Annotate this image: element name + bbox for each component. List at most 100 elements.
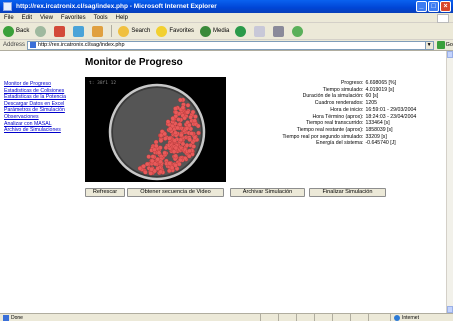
- favorites-label: Favorites: [169, 28, 195, 34]
- go-label: Go: [445, 42, 453, 48]
- refresh-sim-button[interactable]: Refrescar: [85, 188, 125, 197]
- home-icon: [92, 25, 104, 37]
- status-bar: Done Internet: [0, 313, 453, 321]
- minimize-button[interactable]: _: [416, 1, 427, 12]
- scroll-up-icon[interactable]: [447, 51, 453, 58]
- stat-row: Duración de la simulación:60 [s]: [226, 93, 442, 100]
- grinding-ball: [177, 161, 182, 167]
- address-bar: Address http://rex.ircatronix.cl/sag/ind…: [0, 40, 453, 51]
- stat-value: 33209 [s]: [365, 133, 387, 140]
- archive-simulation-button[interactable]: Archivar Simulación: [230, 188, 305, 197]
- stat-value: 6.698065 [%]: [365, 80, 397, 86]
- status-text: Done: [11, 314, 23, 321]
- grinding-ball: [187, 137, 192, 142]
- address-dropdown-icon[interactable]: ▼: [424, 41, 433, 49]
- history-button[interactable]: [235, 25, 248, 37]
- menu-favorites[interactable]: Favorites: [61, 15, 86, 21]
- window-title: http://rex.ircatronix.cl/sag/index.php -…: [16, 3, 217, 10]
- get-video-button[interactable]: Obtener secuencia de Video: [127, 188, 224, 197]
- stat-label: Tiempo real restante (aprox): [296, 126, 362, 133]
- maximize-button[interactable]: □: [428, 1, 439, 12]
- favorites-button[interactable]: Favorites: [156, 25, 195, 37]
- print-button[interactable]: [273, 25, 286, 37]
- grinding-ball: [188, 114, 193, 120]
- menu-help[interactable]: Help: [116, 15, 128, 21]
- mail-button[interactable]: [254, 25, 267, 37]
- page-done-icon: [3, 314, 9, 321]
- grinding-ball: [167, 126, 173, 132]
- grinding-ball: [150, 154, 156, 159]
- history-icon: [235, 25, 247, 37]
- back-label: Back: [16, 28, 30, 34]
- stat-label: Tiempo real por segundo simulado: [282, 133, 362, 140]
- stat-row: Cuadros renderados:1205: [226, 100, 442, 107]
- simulation-svg: t: 38f1 12: [89, 80, 206, 181]
- grinding-ball: [137, 166, 143, 171]
- back-button[interactable]: Back: [3, 25, 30, 37]
- grinding-ball: [173, 153, 178, 159]
- nav-estadisticas-potencia[interactable]: Estadisticas de la Potencia: [4, 94, 82, 101]
- search-button[interactable]: Search: [118, 25, 150, 37]
- ie-icon: [3, 2, 12, 11]
- stat-label: Energía del sistema: [316, 140, 362, 147]
- grinding-ball: [153, 143, 159, 149]
- print-icon: [273, 25, 285, 37]
- stop-icon: [54, 25, 66, 37]
- grinding-ball: [173, 106, 178, 111]
- zone-label: Internet: [402, 315, 419, 321]
- menu-tools[interactable]: Tools: [94, 15, 108, 21]
- grinding-ball: [162, 131, 167, 137]
- menu-edit[interactable]: Edit: [22, 15, 32, 21]
- forward-button[interactable]: [35, 25, 48, 37]
- menu-view[interactable]: View: [40, 15, 53, 21]
- nav-archivo-simulaciones[interactable]: Archivo de Simulaciones: [4, 127, 82, 134]
- grinding-ball: [187, 148, 192, 154]
- windows-logo-icon: [437, 14, 449, 23]
- grinding-ball: [146, 154, 151, 159]
- menu-bar: File Edit View Favorites Tools Help: [0, 13, 453, 23]
- nav-analizar-masal[interactable]: Analizar con MASAL: [4, 121, 82, 128]
- nav-monitor-progreso[interactable]: Monitor de Progreso: [4, 81, 82, 88]
- menu-file[interactable]: File: [4, 15, 14, 21]
- grinding-ball: [178, 137, 183, 143]
- go-arrow-icon: [436, 41, 445, 49]
- grinding-ball: [192, 135, 198, 140]
- close-button[interactable]: ×: [440, 1, 451, 12]
- stat-row: Progreso:6.698065 [%]: [226, 80, 442, 87]
- refresh-button[interactable]: [73, 25, 86, 37]
- grinding-ball: [192, 118, 197, 124]
- scroll-down-icon[interactable]: [447, 306, 453, 313]
- messenger-icon: [292, 25, 304, 37]
- messenger-button[interactable]: [292, 25, 305, 37]
- grinding-ball: [162, 150, 167, 156]
- grinding-ball: [180, 141, 186, 147]
- search-icon: [118, 25, 130, 37]
- grinding-ball: [170, 116, 176, 121]
- nav-observaciones[interactable]: Observaciones: [4, 114, 82, 121]
- forward-arrow-icon: [35, 25, 47, 37]
- stop-button[interactable]: [54, 25, 67, 37]
- grinding-ball: [155, 156, 160, 162]
- grinding-ball: [187, 153, 192, 159]
- nav-parametros-simulacion[interactable]: Parámetros de Simulación: [4, 107, 82, 114]
- grinding-ball: [167, 136, 172, 141]
- go-button[interactable]: Go: [436, 41, 453, 49]
- stat-row: Tiempo real por segundo simulado:33209 […: [226, 134, 442, 141]
- stat-value: 133464 [s]: [365, 120, 390, 127]
- grinding-ball: [158, 138, 164, 143]
- vertical-scrollbar[interactable]: [446, 51, 453, 313]
- grinding-ball: [156, 150, 162, 155]
- address-input[interactable]: http://rex.ircatronix.cl/sag/index.php ▼: [27, 40, 434, 50]
- grinding-ball: [191, 144, 196, 149]
- media-button[interactable]: Media: [200, 25, 229, 37]
- grinding-ball: [175, 125, 180, 131]
- nav-descargar-excel[interactable]: Descargar Datos en Excel: [4, 101, 82, 108]
- canvas-label: t: 38f1 12: [89, 80, 116, 86]
- window-titlebar: http://rex.ircatronix.cl/sag/index.php -…: [0, 0, 453, 13]
- home-button[interactable]: [92, 25, 105, 37]
- nav-estadisticas-colisiones[interactable]: Estadisticas de Colisiones: [4, 88, 82, 95]
- page-icon: [30, 42, 37, 48]
- stat-value: 18:24:03 - 23/04/2004: [365, 113, 417, 120]
- finish-simulation-button[interactable]: Finalizar Simulación: [309, 188, 386, 197]
- grinding-ball: [173, 130, 178, 136]
